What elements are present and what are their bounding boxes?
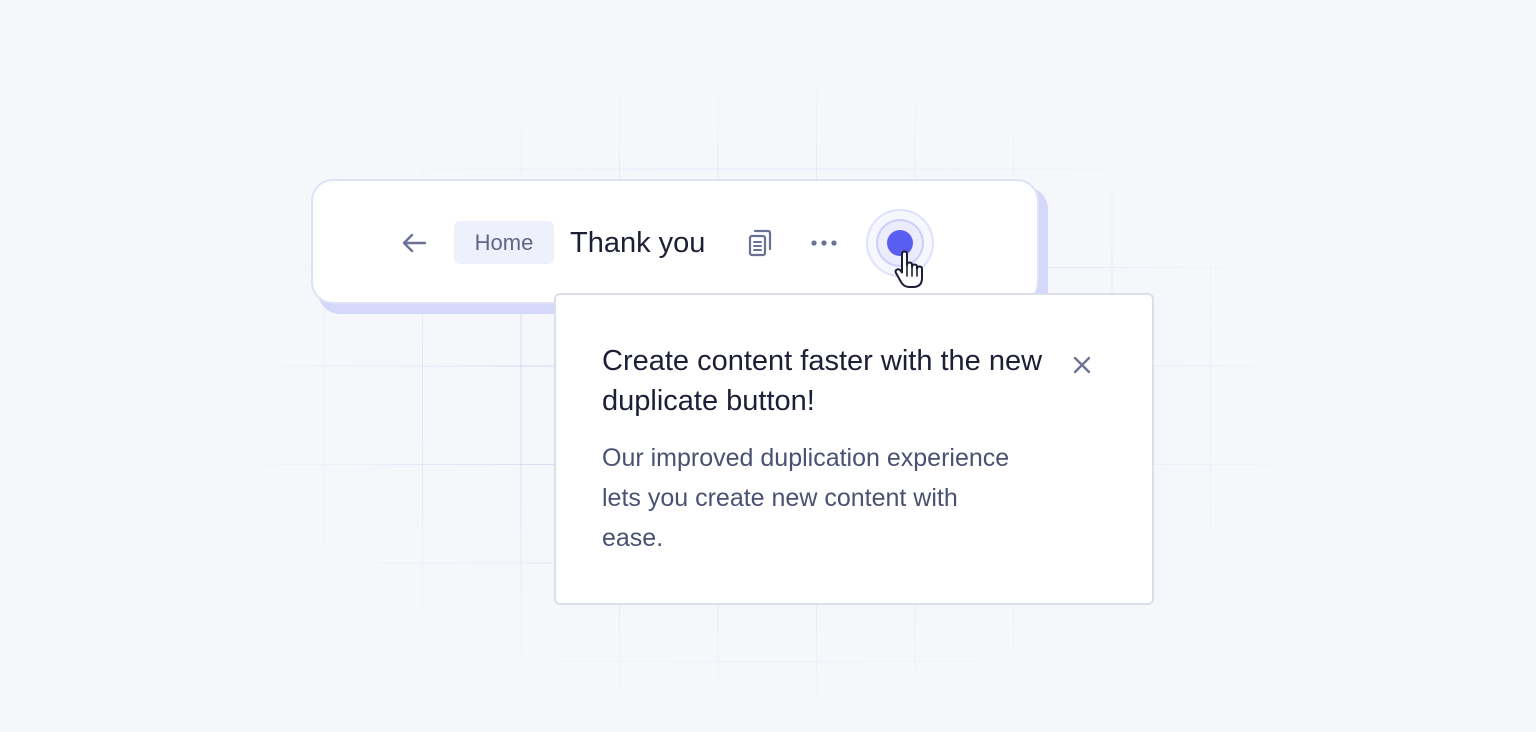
- more-options-button[interactable]: [808, 230, 840, 256]
- breadcrumb-home[interactable]: Home: [454, 221, 554, 264]
- more-horizontal-icon: [811, 240, 837, 246]
- popover-close-button[interactable]: [1068, 351, 1096, 379]
- duplicate-button[interactable]: [745, 227, 775, 259]
- popover-body: Our improved duplication experience lets…: [602, 444, 1010, 552]
- popover-title: Create content faster with the new dupli…: [602, 345, 1043, 417]
- duplicate-icon: [748, 229, 772, 257]
- close-icon: [1073, 356, 1091, 374]
- page-title: Thank you: [570, 227, 706, 259]
- hand-pointer-icon: [894, 250, 923, 288]
- arrow-left-icon: [402, 233, 427, 253]
- back-button[interactable]: [399, 229, 429, 257]
